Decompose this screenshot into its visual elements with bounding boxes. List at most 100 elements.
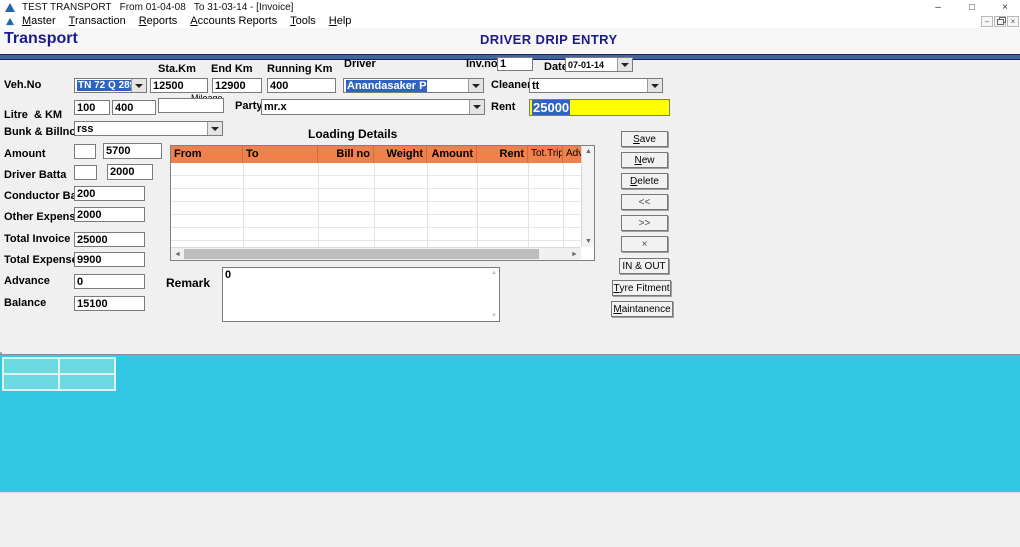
end-km-input[interactable] xyxy=(212,78,262,93)
mdi-restore-icon[interactable] xyxy=(994,16,1006,27)
new-button[interactable]: New xyxy=(621,152,668,168)
app-name: Transport xyxy=(4,30,78,48)
in-out-button[interactable]: IN & OUT xyxy=(619,258,669,274)
grid-body[interactable] xyxy=(171,163,581,247)
party-combo[interactable]: mr.x xyxy=(261,99,485,115)
litre-km-label: Litre & KM xyxy=(4,109,62,121)
col-bill-no[interactable]: Bill no xyxy=(318,146,374,163)
veh-no-value: TN 72 Q 2899 xyxy=(77,80,131,91)
rent-value: 25000 xyxy=(532,100,570,115)
rent-label: Rent xyxy=(491,101,515,113)
previous-record-button[interactable]: << xyxy=(621,194,668,210)
total-invoice-input[interactable] xyxy=(74,232,145,247)
chevron-down-icon[interactable] xyxy=(468,79,483,92)
litre-input[interactable] xyxy=(74,100,110,115)
chevron-down-icon[interactable] xyxy=(617,58,632,71)
scrollbar-thumb[interactable] xyxy=(184,249,539,259)
party-label: Party xyxy=(235,100,263,112)
bunk-billno-label: Bunk & Billno xyxy=(4,126,76,138)
veh-no-combo[interactable]: TN 72 Q 2899 xyxy=(74,78,147,93)
close-icon[interactable]: × xyxy=(995,0,1015,14)
amount-input-1[interactable] xyxy=(74,144,96,159)
cleaner-value: tt xyxy=(530,79,647,92)
menu-tools[interactable]: Tools xyxy=(290,15,316,27)
date-combo[interactable]: 07-01-14 xyxy=(565,57,633,72)
running-km-label: Running Km xyxy=(267,63,332,75)
col-weight[interactable]: Weight xyxy=(374,146,427,163)
bunk-billno-combo[interactable]: rss xyxy=(74,121,223,136)
loading-details-title: Loading Details xyxy=(308,127,397,141)
summary-cell xyxy=(59,374,115,390)
amount-input-2[interactable] xyxy=(103,143,162,159)
driver-batta-input-1[interactable] xyxy=(74,165,97,180)
other-expense-input[interactable] xyxy=(74,207,145,222)
menu-reports[interactable]: Reports xyxy=(139,15,178,27)
scroll-right-icon[interactable]: ► xyxy=(568,248,581,260)
mdi-close-icon[interactable]: × xyxy=(1007,16,1019,27)
veh-no-label: Veh.No xyxy=(4,79,41,91)
tyre-fitment-button[interactable]: Tyre Fitment xyxy=(612,280,671,296)
driver-combo[interactable]: Anandasaker P xyxy=(343,78,484,93)
summary-table xyxy=(2,357,116,391)
advance-input[interactable] xyxy=(74,274,145,289)
maintanence-button[interactable]: Maintanence xyxy=(611,301,673,317)
close-record-button[interactable]: × xyxy=(621,236,668,252)
grid-header-row: From To Bill no Weight Amount Rent Tot.T… xyxy=(171,146,581,163)
window-title: TEST TRANSPORT From 01-04-08 To 31-03-14… xyxy=(22,2,293,13)
sta-km-input[interactable] xyxy=(150,78,208,93)
end-km-label: End Km xyxy=(211,63,253,75)
col-from[interactable]: From xyxy=(171,146,243,163)
col-rent[interactable]: Rent xyxy=(477,146,528,163)
summary-cell xyxy=(3,358,59,374)
rent-input[interactable]: 25000 xyxy=(529,99,670,116)
save-button[interactable]: Save xyxy=(621,131,668,147)
total-expense-input[interactable] xyxy=(74,252,145,267)
scroll-up-icon[interactable]: ▲ xyxy=(582,146,595,157)
summary-cell xyxy=(59,358,115,374)
balance-input[interactable] xyxy=(74,296,145,311)
conductor-batta-input[interactable] xyxy=(74,186,145,201)
chevron-down-icon[interactable] xyxy=(647,79,662,92)
mdi-minimize-icon[interactable]: – xyxy=(981,16,993,27)
balance-label: Balance xyxy=(4,297,46,309)
remark-label: Remark xyxy=(166,276,210,290)
delete-button[interactable]: Delete xyxy=(621,173,668,189)
col-to[interactable]: To xyxy=(243,146,318,163)
cleaner-combo[interactable]: tt xyxy=(529,78,663,93)
col-amount[interactable]: Amount xyxy=(427,146,477,163)
inv-no-input[interactable] xyxy=(497,57,533,71)
bottom-strip xyxy=(0,492,1020,547)
other-expense-label: Other Expense xyxy=(4,211,82,223)
chevron-down-icon[interactable] xyxy=(131,79,146,92)
driver-batta-input-2[interactable] xyxy=(107,164,153,180)
chevron-down-icon[interactable] xyxy=(469,100,484,114)
scroll-down-icon[interactable]: ▼ xyxy=(582,236,595,247)
col-tot-trip[interactable]: Tot.Trip xyxy=(528,146,563,163)
col-advance[interactable]: Adva xyxy=(563,146,581,163)
running-km-input[interactable] xyxy=(267,78,336,93)
advance-label: Advance xyxy=(4,275,50,287)
menu-help[interactable]: Help xyxy=(329,15,352,27)
menu-master[interactable]: Master xyxy=(22,15,56,27)
summary-cell xyxy=(3,374,59,390)
total-expense-label: Total Expense xyxy=(4,254,78,266)
total-invoice-label: Total Invoice xyxy=(4,233,70,245)
maximize-icon[interactable]: □ xyxy=(962,0,982,14)
grid-horizontal-scrollbar[interactable]: ◄ ► xyxy=(171,247,581,260)
menu-transaction[interactable]: Transaction xyxy=(69,15,126,27)
minimize-icon[interactable]: – xyxy=(928,0,948,14)
scroll-down-icon: ▼ xyxy=(491,313,497,319)
grid-vertical-scrollbar[interactable]: ▲ ▼ xyxy=(581,146,594,247)
page-title: DRIVER DRIP ENTRY xyxy=(480,32,618,47)
remark-input[interactable]: 0 ▲ ▼ xyxy=(222,267,500,322)
chevron-down-icon[interactable] xyxy=(207,122,222,135)
mileage-input[interactable] xyxy=(158,98,224,113)
next-record-button[interactable]: >> xyxy=(621,215,668,231)
litre-km-input[interactable] xyxy=(112,100,156,115)
app-icon xyxy=(5,3,15,12)
scroll-left-icon[interactable]: ◄ xyxy=(171,248,184,260)
menu-accounts-reports[interactable]: Accounts Reports xyxy=(190,15,277,27)
bottom-panel xyxy=(0,354,1020,492)
amount-label: Amount xyxy=(4,148,46,160)
menu-bar: Master Transaction Reports Accounts Repo… xyxy=(0,14,1020,28)
